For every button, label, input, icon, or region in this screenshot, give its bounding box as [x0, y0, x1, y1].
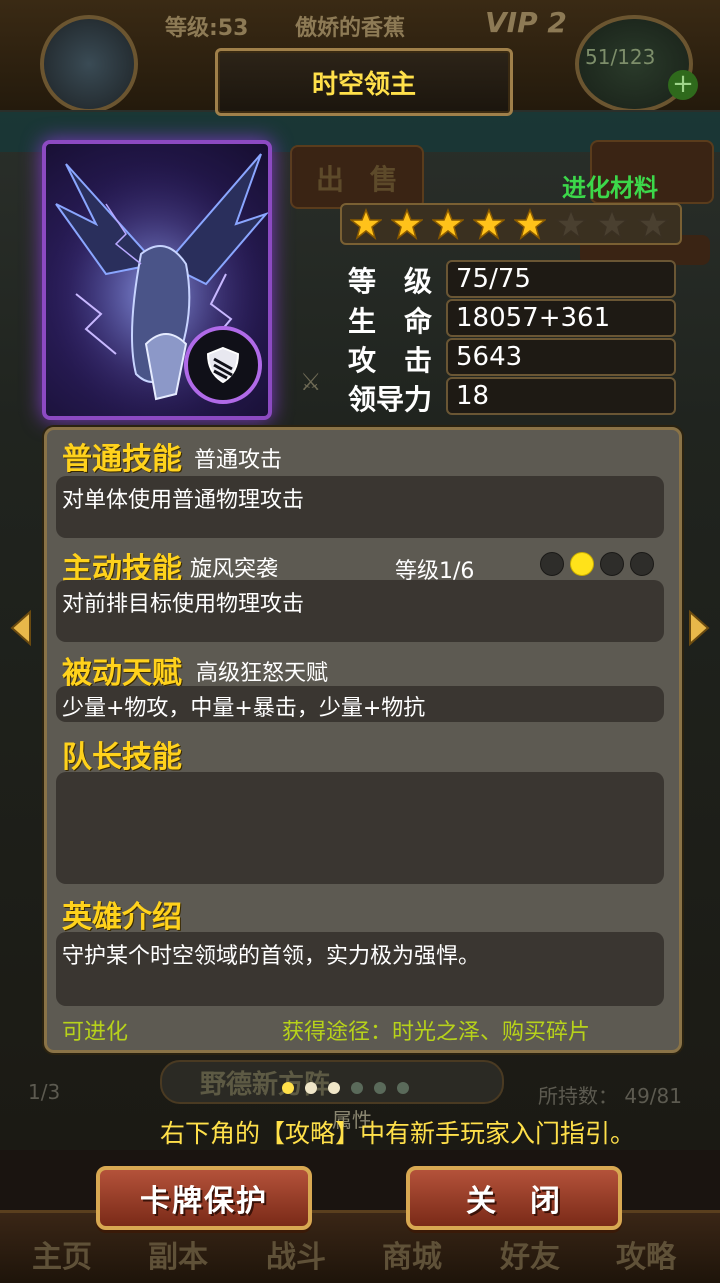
evolution-materials-link[interactable]: 进化材料 [562, 168, 658, 203]
hero-title: 时空领主 [311, 69, 416, 100]
active-skill-name: 旋风突袭 [190, 557, 279, 582]
page-dot [305, 1082, 317, 1094]
leadership-value: 18 [456, 381, 490, 411]
leadership-label: 领导力 [348, 383, 433, 416]
hero-intro-desc-box: 守护某个时空领域的首领，实力极为强悍。 [56, 932, 664, 1006]
obtain-method: 获得途径：时光之泽、购买碎片 [282, 1020, 591, 1045]
player-avatar [40, 15, 138, 113]
skill-level-dot [540, 552, 564, 576]
page-dot [397, 1082, 409, 1094]
nav-dungeon: 副本 [148, 1240, 208, 1275]
star-rating [340, 203, 682, 245]
hp-label: 生 命 [348, 305, 433, 338]
bg-sell-label: 出 售 [316, 163, 406, 196]
tip-text: 右下角的【攻略】中有新手玩家入门指引。 [160, 1119, 636, 1148]
normal-skill-name: 普通攻击 [194, 448, 283, 473]
star-filled-icon [514, 208, 546, 240]
close-label: 关 闭 [466, 1184, 562, 1219]
star-empty-icon [637, 208, 669, 240]
vip-badge: VIP 2 [485, 6, 567, 39]
attack-box: 5643 [446, 338, 676, 376]
bg-page-indicator: 1/3 [28, 1080, 61, 1104]
hero-intro-title: 英雄介绍 [62, 900, 182, 935]
page-dot [374, 1082, 386, 1094]
skill-level-dot [570, 552, 594, 576]
attack-value: 5643 [456, 342, 523, 372]
skill-level-dot [630, 552, 654, 576]
star-empty-icon [596, 208, 628, 240]
passive-talent-desc-box: 少量+物攻，中量+暴击，少量+物抗 [56, 686, 664, 722]
hp-box: 18057+361 [446, 299, 676, 337]
nav-shop: 商城 [382, 1240, 442, 1275]
page-dot [282, 1082, 294, 1094]
prev-arrow-icon[interactable] [8, 608, 34, 648]
passive-talent-name: 高级狂怒天赋 [196, 661, 329, 686]
add-stamina-button: + [668, 70, 698, 100]
level-label: 等 级 [348, 265, 433, 298]
hp-value: 18057+361 [456, 303, 611, 333]
skill-level-dot [600, 552, 624, 576]
attack-label: 攻 击 [348, 344, 433, 377]
active-skill-desc: 对前排目标使用物理攻击 [62, 592, 305, 617]
leader-skill-desc-box [56, 772, 664, 884]
page-dot [351, 1082, 363, 1094]
normal-skill-desc-box: 对单体使用普通物理攻击 [56, 476, 664, 538]
hero-intro-desc: 守护某个时空领域的首领，实力极为强悍。 [62, 944, 481, 969]
level-value: 75/75 [456, 264, 531, 294]
nav-guide: 攻略 [616, 1240, 676, 1275]
passive-talent-desc: 少量+物攻，中量+暴击，少量+物抗 [62, 696, 426, 721]
star-filled-icon [350, 208, 382, 240]
nav-home: 主页 [32, 1240, 92, 1275]
leadership-box: 18 [446, 377, 676, 415]
player-level: 等级:53 [165, 16, 249, 41]
defender-class-icon [184, 326, 262, 404]
level-box: 75/75 [446, 260, 676, 298]
star-filled-icon [432, 208, 464, 240]
star-empty-icon [555, 208, 587, 240]
stamina-count: 51/123 [585, 45, 656, 69]
active-skill-desc-box: 对前排目标使用物理攻击 [56, 580, 664, 642]
normal-skill-desc: 对单体使用普通物理攻击 [62, 488, 305, 513]
normal-skill-title: 普通技能 [62, 442, 182, 477]
nav-friends: 好友 [500, 1240, 560, 1275]
evolvable-label: 可进化 [62, 1020, 129, 1045]
star-filled-icon [391, 208, 423, 240]
page-dot [328, 1082, 340, 1094]
bg-sword-icon: ⚔ [300, 368, 322, 396]
card-protect-label: 卡牌保护 [140, 1184, 268, 1219]
shield-icon [206, 346, 240, 384]
close-button[interactable]: 关 闭 [406, 1166, 622, 1230]
card-protect-button[interactable]: 卡牌保护 [96, 1166, 312, 1230]
next-arrow-icon[interactable] [686, 608, 712, 648]
bg-owned-count: 所持数： 49/81 [538, 1084, 682, 1108]
player-name: 傲娇的香蕉 [295, 16, 406, 41]
leader-skill-title: 队长技能 [62, 740, 182, 775]
title-plate: 时空领主 [215, 48, 513, 116]
star-filled-icon [473, 208, 505, 240]
nav-battle: 战斗 [266, 1240, 326, 1275]
